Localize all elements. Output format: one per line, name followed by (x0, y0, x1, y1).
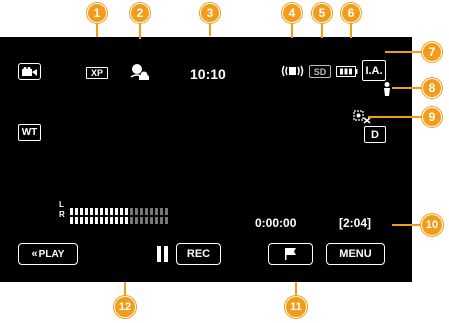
zoom-button[interactable]: WT (18, 124, 41, 141)
callout-leader-8 (392, 87, 422, 89)
audio-level-segment (130, 208, 133, 215)
clock-time: 10:10 (190, 66, 226, 82)
callout-6: 6 (341, 3, 361, 23)
pause-icon[interactable] (157, 246, 168, 262)
audio-level-segment (110, 208, 113, 215)
audio-level-segment (115, 208, 118, 215)
callout-leader-12 (124, 282, 126, 296)
audio-level-segment (125, 217, 128, 224)
callout-9: 9 (422, 107, 442, 127)
audio-level-segment (165, 217, 168, 224)
elapsed-time: 0:00:00 (255, 216, 297, 230)
callout-leader-4 (291, 21, 293, 38)
audio-level-segment (145, 208, 148, 215)
recording-quality-badge: XP (86, 67, 108, 79)
callout-10: 10 (421, 214, 443, 236)
callout-2: 2 (130, 3, 150, 23)
menu-button[interactable]: MENU (326, 243, 385, 265)
audio-level-segment (120, 208, 123, 215)
display-button[interactable]: D (364, 126, 386, 143)
audio-left-label: L (59, 200, 64, 209)
callout-3: 3 (200, 3, 220, 23)
audio-level-segment (90, 217, 93, 224)
audio-level-segment (80, 217, 83, 224)
double-chevron-left-icon: « (31, 248, 38, 260)
scene-icon (384, 82, 390, 96)
callout-leader-5 (321, 21, 323, 38)
audio-level-segment (105, 208, 108, 215)
audio-level-segment (95, 217, 98, 224)
remaining-time: [2:04] (339, 216, 372, 230)
audio-level-segment (80, 208, 83, 215)
play-label: PLAY (38, 248, 65, 260)
callout-11: 11 (285, 296, 307, 318)
battery-icon (336, 66, 358, 77)
image-stabilizer-icon (281, 65, 304, 77)
touch-priority-off-icon (353, 110, 371, 124)
audio-level-segment (160, 208, 163, 215)
callout-8: 8 (422, 78, 442, 98)
callout-leader-2 (139, 21, 141, 39)
audio-right-label: R (59, 210, 65, 219)
face-recognition-icon (130, 64, 149, 80)
audio-level-segment (105, 217, 108, 224)
audio-level-segment (120, 217, 123, 224)
audio-level-right (70, 217, 168, 224)
audio-level-segment (75, 208, 78, 215)
rec-button[interactable]: REC (176, 243, 221, 265)
callout-5: 5 (312, 3, 332, 23)
callout-leader-7 (385, 51, 422, 53)
audio-level-segment (160, 217, 163, 224)
audio-level-segment (85, 208, 88, 215)
callout-12: 12 (114, 296, 136, 318)
audio-level-segment (150, 208, 153, 215)
audio-level-segment (145, 217, 148, 224)
play-mode-button[interactable]: « PLAY (18, 243, 78, 265)
callout-leader-11 (295, 282, 297, 296)
audio-level-segment (130, 217, 133, 224)
audio-level-segment (90, 208, 93, 215)
audio-level-segment (135, 208, 138, 215)
flag-button[interactable] (268, 243, 313, 265)
callout-4: 4 (282, 3, 302, 23)
audio-level-segment (75, 217, 78, 224)
audio-level-segment (115, 217, 118, 224)
audio-level-segment (125, 208, 128, 215)
audio-level-segment (85, 217, 88, 224)
audio-level-segment (150, 217, 153, 224)
callout-7: 7 (422, 42, 442, 62)
audio-level-segment (140, 208, 143, 215)
callout-leader-9 (368, 116, 422, 118)
audio-level-segment (165, 208, 168, 215)
video-camera-icon (22, 66, 37, 76)
audio-level-segment (155, 208, 158, 215)
callout-leader-3 (209, 21, 211, 36)
audio-level-segment (135, 217, 138, 224)
audio-level-segment (100, 217, 103, 224)
audio-level-segment (140, 217, 143, 224)
flag-icon (284, 248, 296, 260)
audio-level-segment (95, 208, 98, 215)
callout-leader-1 (96, 21, 98, 37)
audio-level-segment (100, 208, 103, 215)
audio-level-segment (155, 217, 158, 224)
callout-leader-10 (392, 224, 422, 226)
intelligent-auto-button[interactable]: I.A. (362, 60, 386, 81)
callout-1: 1 (87, 3, 107, 23)
audio-level-left (70, 208, 168, 215)
audio-level-segment (110, 217, 113, 224)
sd-card-badge: SD (309, 65, 331, 78)
callout-leader-6 (350, 21, 352, 38)
audio-level-segment (70, 208, 73, 215)
camera-mode-icon[interactable] (18, 63, 41, 80)
audio-level-segment (70, 217, 73, 224)
